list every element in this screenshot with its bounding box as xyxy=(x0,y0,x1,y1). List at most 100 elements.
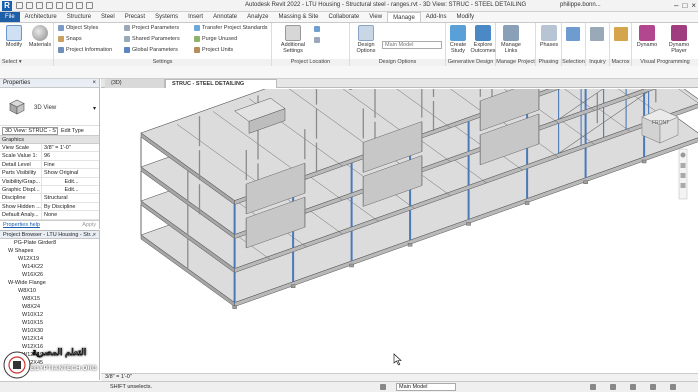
instance-selector-row: 3D View: STRUC - STE Edit Type xyxy=(0,126,99,136)
print-icon[interactable] xyxy=(56,2,63,9)
tab-collaborate[interactable]: Collaborate xyxy=(324,12,365,22)
dynamo-player-button[interactable]: Dynamo Player xyxy=(664,25,694,54)
tab-structure[interactable]: Structure xyxy=(62,12,96,22)
location-button[interactable] xyxy=(314,26,320,32)
phases-button[interactable]: Phases xyxy=(536,25,562,48)
worksets-icon[interactable] xyxy=(380,384,386,390)
3d-view-icon[interactable] xyxy=(86,2,93,9)
tab-analyze[interactable]: Analyze xyxy=(242,12,273,22)
graphics-group[interactable]: Graphics xyxy=(0,136,99,144)
global-parameters-button[interactable]: Global Parameters xyxy=(124,47,178,53)
apply-button[interactable]: Apply xyxy=(82,222,96,228)
design-options-button[interactable]: Design Options xyxy=(352,25,380,54)
browser-item[interactable]: W8X15 xyxy=(0,295,99,303)
snaps-button[interactable]: Snaps xyxy=(58,36,82,42)
chevron-down-icon[interactable]: ▾ xyxy=(93,105,96,112)
tab-systems[interactable]: Systems xyxy=(150,12,183,22)
close-icon[interactable]: × xyxy=(93,231,96,238)
browser-item[interactable]: W12X19 xyxy=(0,255,99,263)
tab-steel[interactable]: Steel xyxy=(96,12,120,22)
project-units-button[interactable]: Project Units xyxy=(194,47,233,53)
browser-item[interactable]: W16X26 xyxy=(0,271,99,279)
open-icon[interactable] xyxy=(16,2,23,9)
project-parameters-button[interactable]: Project Parameters xyxy=(124,25,179,31)
property-value[interactable]: Edit... xyxy=(42,178,99,185)
tab-architecture[interactable]: Architecture xyxy=(20,12,62,22)
browser-item[interactable]: W14X22 xyxy=(0,263,99,271)
inquiry-panel-label: Inquiry xyxy=(586,59,609,66)
filter-icon[interactable] xyxy=(590,384,596,390)
tab-file[interactable]: File xyxy=(0,12,20,22)
redo-icon[interactable] xyxy=(46,2,53,9)
create-study-button[interactable]: Create Study xyxy=(446,25,470,54)
3d-viewport[interactable]: FRONT xyxy=(101,89,698,373)
tab-modify[interactable]: Modify xyxy=(451,12,479,22)
project-location-panel-label: Project Location xyxy=(272,59,349,66)
user-name[interactable]: philippe.bonn... xyxy=(560,2,601,8)
edit-type-button[interactable]: Edit Type xyxy=(61,128,84,134)
property-value[interactable]: Fine xyxy=(42,161,99,168)
tab-view[interactable]: View xyxy=(364,12,387,22)
purge-unused-button[interactable]: Purge Unused xyxy=(194,36,237,42)
revit-logo-icon[interactable]: R xyxy=(2,1,12,11)
selection-tool[interactable] xyxy=(566,27,580,41)
drag-elements-icon[interactable] xyxy=(650,384,656,390)
property-value[interactable]: Edit... xyxy=(42,186,99,193)
property-value[interactable]: 96 xyxy=(42,152,99,159)
view-scale[interactable]: 3/8" = 1'-0" xyxy=(105,374,132,380)
coordinates-button[interactable] xyxy=(314,37,320,43)
shared-parameters-button[interactable]: Shared Parameters xyxy=(124,36,180,42)
tab-precast[interactable]: Precast xyxy=(120,12,150,22)
transfer-standards-button[interactable]: Transfer Project Standards xyxy=(194,25,268,31)
steel-model-render[interactable] xyxy=(101,89,698,373)
close-icon[interactable]: × xyxy=(691,1,696,10)
text-icon[interactable] xyxy=(76,2,83,9)
manage-links-button[interactable]: Manage Links xyxy=(498,25,524,54)
additional-settings-icon xyxy=(285,25,301,41)
undo-icon[interactable] xyxy=(36,2,43,9)
tab-add-ins[interactable]: Add-Ins xyxy=(421,12,452,22)
filter-selection-icon[interactable] xyxy=(670,384,676,390)
properties-help-link[interactable]: Properties help xyxy=(3,222,40,228)
select-links-icon[interactable] xyxy=(610,384,616,390)
close-icon[interactable]: × xyxy=(92,79,96,88)
project-information-button[interactable]: Project Information xyxy=(58,47,112,53)
materials-button[interactable]: Materials xyxy=(27,25,53,48)
modify-button[interactable]: Modify xyxy=(1,25,27,48)
instance-selector[interactable]: 3D View: STRUC - STE xyxy=(2,126,58,135)
additional-settings-button[interactable]: Additional Settings xyxy=(276,25,310,54)
tab-annotate[interactable]: Annotate xyxy=(208,12,242,22)
inquiry-tool[interactable] xyxy=(590,27,604,41)
explore-outcomes-button[interactable]: Explore Outcomes xyxy=(470,25,496,54)
tab-steel-detailing[interactable]: STRUC - STEEL DETAILING xyxy=(165,79,277,88)
select-dropdown[interactable]: Select ▾ xyxy=(0,59,53,66)
browser-item[interactable]: W10X12 xyxy=(0,311,99,319)
browser-item[interactable]: W8X10 xyxy=(0,287,99,295)
dynamo-button[interactable]: Dynamo xyxy=(634,25,660,48)
browser-item[interactable]: W-Wide Flange xyxy=(0,279,99,287)
status-model-select[interactable]: Main Model xyxy=(396,383,456,391)
maximize-icon[interactable]: □ xyxy=(682,1,687,10)
select-pinned-icon[interactable] xyxy=(630,384,636,390)
save-icon[interactable] xyxy=(26,2,33,9)
browser-item[interactable]: W Shapes xyxy=(0,247,99,255)
type-selector[interactable]: 3D View ▾ xyxy=(0,88,99,126)
browser-item[interactable]: W8X24 xyxy=(0,303,99,311)
property-value[interactable]: By Discipline xyxy=(42,203,99,210)
object-styles-button[interactable]: Object Styles xyxy=(58,25,98,31)
property-value[interactable]: 3/8" = 1'-0" xyxy=(42,144,99,151)
browser-item[interactable]: W10X15 xyxy=(0,319,99,327)
minimize-icon[interactable]: – xyxy=(674,1,678,10)
property-value[interactable]: None xyxy=(42,211,99,218)
tab-massing-site[interactable]: Massing & Site xyxy=(273,12,323,22)
tab-3d-view[interactable]: {3D} xyxy=(105,79,165,88)
macros-tool[interactable] xyxy=(614,27,628,41)
tab-insert[interactable]: Insert xyxy=(183,12,208,22)
measure-icon[interactable] xyxy=(66,2,73,9)
tab-manage[interactable]: Manage xyxy=(387,12,421,22)
property-value[interactable]: Structural xyxy=(42,194,99,201)
main-model-select[interactable]: Main Model xyxy=(382,41,442,49)
browser-item[interactable]: PG-Plate Girder8 xyxy=(0,239,99,247)
property-value[interactable]: Show Original xyxy=(42,169,99,176)
property-key: Scale Value 1: xyxy=(0,152,42,160)
